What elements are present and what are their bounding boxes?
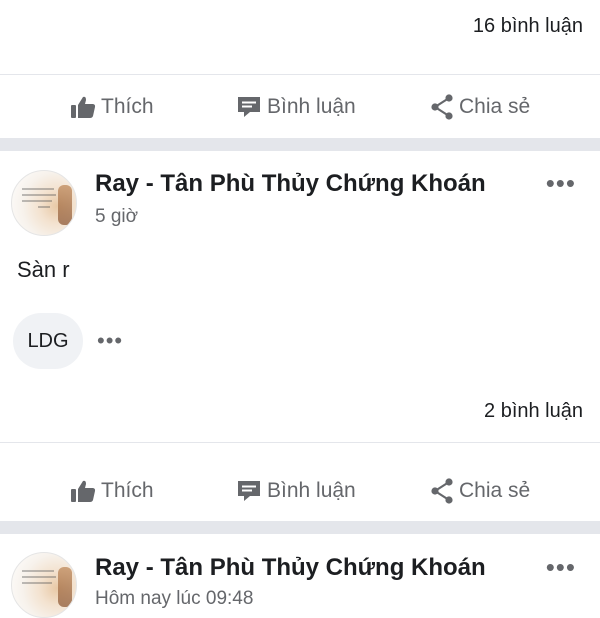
divider [0, 442, 600, 443]
avatar-quote-art [20, 183, 60, 216]
thumbs-up-icon [70, 95, 96, 119]
divider [0, 74, 600, 75]
post-time[interactable]: Hôm nay lúc 09:48 [95, 588, 253, 610]
share-icon [430, 94, 454, 120]
avatar-quote-art [20, 565, 60, 598]
like-button[interactable]: Thích [70, 479, 154, 503]
comments-count[interactable]: 2 bình luận [484, 400, 583, 423]
share-label: Chia sẻ [459, 95, 531, 118]
comment-label: Bình luận [267, 95, 356, 118]
more-options-icon[interactable]: ••• [546, 168, 576, 199]
share-button[interactable]: Chia sẻ [430, 94, 530, 120]
like-button[interactable]: Thích [70, 95, 154, 119]
post-separator [0, 521, 600, 534]
comments-count[interactable]: 16 bình luận [473, 15, 583, 38]
stock-tag[interactable]: LDG [13, 313, 83, 369]
post-text: Sàn r [17, 257, 70, 282]
post-separator [0, 138, 600, 151]
share-button[interactable]: Chia sẻ [430, 478, 530, 504]
avatar-figure [58, 567, 72, 607]
more-tags-icon[interactable]: ••• [97, 328, 123, 354]
more-options-icon[interactable]: ••• [546, 552, 576, 583]
comment-button[interactable]: Bình luận [236, 95, 356, 119]
avatar[interactable] [11, 552, 77, 618]
author-name[interactable]: Ray - Tân Phù Thủy Chứng Khoán [95, 170, 486, 198]
share-label: Chia sẻ [459, 479, 531, 502]
thumbs-up-icon [70, 479, 96, 503]
action-bar: Thích Bình luận Chia sẻ [0, 460, 600, 522]
comment-button[interactable]: Bình luận [236, 479, 356, 503]
comment-icon [236, 479, 262, 503]
author-name[interactable]: Ray - Tân Phù Thủy Chứng Khoán [95, 554, 486, 582]
like-label: Thích [101, 479, 154, 502]
like-label: Thích [101, 95, 154, 118]
avatar[interactable] [11, 170, 77, 236]
share-icon [430, 478, 454, 504]
comment-icon [236, 95, 262, 119]
avatar-figure [58, 185, 72, 225]
post-time[interactable]: 5 giờ [95, 206, 138, 228]
action-bar: Thích Bình luận Chia sẻ [0, 76, 600, 138]
comment-label: Bình luận [267, 479, 356, 502]
